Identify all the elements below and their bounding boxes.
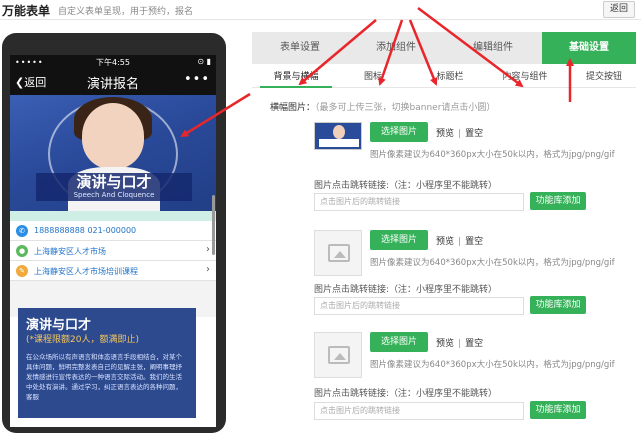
image-ops: 预览 | 置空 (436, 129, 484, 139)
size-hint: 图片像素建议为640*360px大小在50k以内，格式为jpg/png/gif (370, 258, 615, 268)
banner-face (82, 103, 144, 169)
phone-icon: ✆ (16, 225, 28, 237)
phone-band (10, 211, 216, 221)
tab-form-settings[interactable]: 表单设置 (252, 32, 348, 64)
banner-thumbnail[interactable] (314, 122, 362, 150)
banner-hint: （最多可上传三张，切换banner请点击小圆） (315, 103, 496, 113)
tab-add-component[interactable]: 添加组件 (348, 32, 444, 64)
image-placeholder[interactable] (314, 230, 362, 276)
poster-body: 在公众场所以有声语言和体态语言手段相结合，对某个具体问题，鲜明完整发表自己的见解… (26, 353, 182, 401)
banner-label: 横幅图片： (270, 103, 316, 113)
subtab-icon[interactable]: 图标 (348, 66, 398, 88)
phone-nav-bar: ❮返回 演讲报名 ••• (10, 69, 216, 95)
pencil-icon: ✎ (16, 265, 28, 277)
clear-link[interactable]: 置空 (465, 129, 483, 139)
preview-link[interactable]: 预览 (436, 237, 454, 247)
subtab-submit-button[interactable]: 提交按钮 (574, 66, 634, 88)
preview-link[interactable]: 预览 (436, 339, 454, 349)
thumbnail-face (333, 125, 345, 139)
thumbnail-text (319, 139, 359, 147)
phone-status-bar: ••••• 下午4:55 ⊙ ▮ (10, 55, 216, 69)
image-ops: 预览 | 置空 (436, 237, 484, 247)
choose-image-button[interactable]: 选择图片 (370, 122, 428, 142)
page-title: 万能表单 (2, 4, 51, 18)
contact-text: 1888888888 021-000000 (34, 226, 137, 235)
banner-en-title: Speech And Cloquence (73, 191, 155, 199)
link-label: 图片点击跳转链接:（注：小程序里不能跳转） (314, 181, 498, 191)
contact-text: 上海静安区人才市场培训课程 (34, 267, 138, 276)
back-button[interactable]: 返回 (603, 1, 635, 18)
chevron-right-icon: › (206, 244, 210, 255)
choose-image-button[interactable]: 选择图片 (370, 332, 428, 352)
main-tabs: 表单设置 添加组件 编辑组件 基础设置 (252, 32, 636, 64)
banner-section-label: 横幅图片：（最多可上传三张，切换banner请点击小圆） (270, 100, 495, 113)
preview-link[interactable]: 预览 (436, 129, 454, 139)
function-library-button[interactable]: 功能库添加 (530, 192, 586, 210)
poster-title: 演讲与口才 (26, 318, 92, 333)
banner-image-row-1: 选择图片 预览 | 置空 图片像素建议为640*360px大小在50k以内，格式为j… (314, 122, 636, 182)
banner-image-row-2: 选择图片 预览 | 置空 图片像素建议为640*360px大小在50k以内，格式为j… (314, 230, 636, 290)
choose-image-button[interactable]: 选择图片 (370, 230, 428, 250)
clear-link[interactable]: 置空 (465, 237, 483, 247)
contact-row-phone[interactable]: ✆ 1888888888 021-000000 (10, 221, 216, 241)
link-label: 图片点击跳转链接:（注：小程序里不能跳转） (314, 389, 498, 399)
phone-banner: 演讲与口才 Speech And Cloquence (10, 95, 216, 211)
course-poster: 演讲与口才 (*课程限额20人，额满即止) 在公众场所以有声语言和体态语言手段相… (18, 308, 196, 418)
image-ops: 预览 | 置空 (436, 339, 484, 349)
link-input[interactable]: 点击图片后的跳转链接 (314, 297, 524, 315)
phone-scrollbar[interactable] (212, 195, 215, 255)
phone-preview: ••••• 下午4:55 ⊙ ▮ ❮返回 演讲报名 ••• 演讲与口才 Spee… (2, 33, 226, 433)
location-icon: ● (16, 245, 28, 257)
image-icon (328, 346, 350, 364)
tab-basic-settings[interactable]: 基础设置 (542, 32, 636, 64)
banner-image-row-3: 选择图片 预览 | 置空 图片像素建议为640*360px大小在50k以内，格式为j… (314, 332, 636, 392)
function-library-button[interactable]: 功能库添加 (530, 296, 586, 314)
battery-icon: ⊙ ▮ (197, 57, 211, 66)
function-library-button[interactable]: 功能库添加 (530, 401, 586, 419)
image-icon (328, 244, 350, 262)
page-subtitle: 自定义表单呈现，用于预约，报名 (58, 7, 194, 17)
status-time: 下午4:55 (96, 58, 130, 67)
link-input[interactable]: 点击图片后的跳转链接 (314, 193, 524, 211)
size-hint: 图片像素建议为640*360px大小在50k以内，格式为jpg/png/gif (370, 360, 615, 370)
subtab-background-banner[interactable]: 背景与横幅 (260, 66, 332, 88)
link-input[interactable]: 点击图片后的跳转链接 (314, 402, 524, 420)
sub-tabs: 背景与横幅 图标 标题栏 内容与组件 提交按钮 (252, 66, 636, 88)
clear-link[interactable]: 置空 (465, 339, 483, 349)
contact-row-course[interactable]: ✎ 上海静安区人才市场培训课程 › (10, 261, 216, 281)
more-icon[interactable]: ••• (184, 72, 210, 87)
tab-edit-component[interactable]: 编辑组件 (444, 32, 542, 64)
chevron-right-icon: › (206, 264, 210, 275)
subtab-title-bar[interactable]: 标题栏 (420, 66, 480, 88)
size-hint: 图片像素建议为640*360px大小在50k以内，格式为jpg/png/gif (370, 150, 615, 160)
poster-subtitle: (*课程限额20人，额满即止) (26, 335, 139, 345)
contact-row-location[interactable]: ● 上海静安区人才市场 › (10, 241, 216, 261)
image-placeholder[interactable] (314, 332, 362, 378)
top-bar: 万能表单 自定义表单呈现，用于预约，报名 返回 (0, 0, 641, 20)
link-label: 图片点击跳转链接:（注：小程序里不能跳转） (314, 285, 498, 295)
subtab-content-components[interactable]: 内容与组件 (488, 66, 562, 88)
contact-text: 上海静安区人才市场 (34, 247, 106, 256)
